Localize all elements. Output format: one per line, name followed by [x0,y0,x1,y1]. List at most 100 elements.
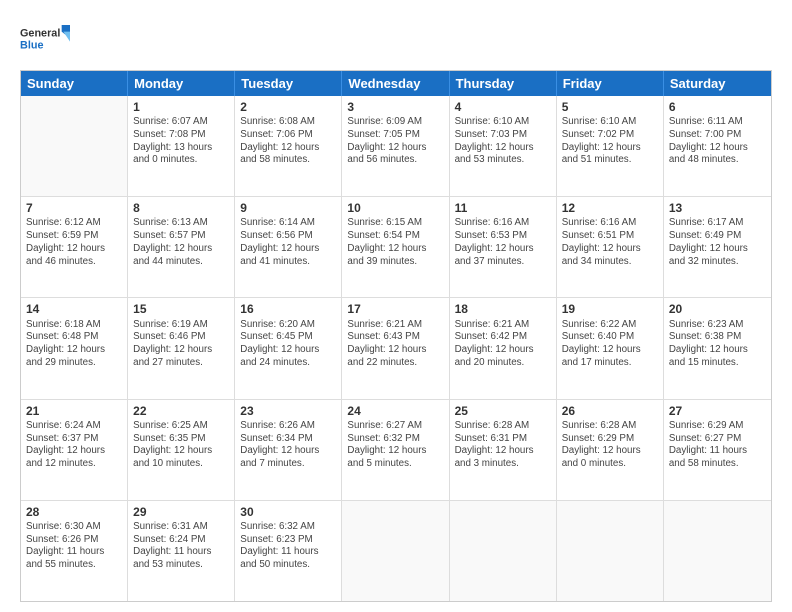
cal-cell: 10 Sunrise: 6:15 AMSunset: 6:54 PMDaylig… [342,197,449,297]
day-info: Sunrise: 6:16 AMSunset: 6:51 PMDaylight:… [562,217,658,268]
day-info: Sunrise: 6:21 AMSunset: 6:42 PMDaylight:… [455,319,551,370]
calendar-body: 1 Sunrise: 6:07 AMSunset: 7:08 PMDayligh… [21,96,771,601]
day-number: 10 [347,200,443,216]
day-number: 20 [669,301,766,317]
day-info: Sunrise: 6:20 AMSunset: 6:45 PMDaylight:… [240,319,336,370]
calendar-header: SundayMondayTuesdayWednesdayThursdayFrid… [21,71,771,96]
day-info: Sunrise: 6:28 AMSunset: 6:31 PMDaylight:… [455,420,551,471]
day-number: 5 [562,99,658,115]
day-number: 27 [669,403,766,419]
cal-cell: 29 Sunrise: 6:31 AMSunset: 6:24 PMDaylig… [128,501,235,601]
week-row-3: 21 Sunrise: 6:24 AMSunset: 6:37 PMDaylig… [21,400,771,501]
cal-cell: 12 Sunrise: 6:16 AMSunset: 6:51 PMDaylig… [557,197,664,297]
day-number: 8 [133,200,229,216]
cal-cell: 6 Sunrise: 6:11 AMSunset: 7:00 PMDayligh… [664,96,771,196]
cal-cell: 8 Sunrise: 6:13 AMSunset: 6:57 PMDayligh… [128,197,235,297]
cal-cell: 3 Sunrise: 6:09 AMSunset: 7:05 PMDayligh… [342,96,449,196]
day-info: Sunrise: 6:17 AMSunset: 6:49 PMDaylight:… [669,217,766,268]
day-number: 4 [455,99,551,115]
day-info: Sunrise: 6:19 AMSunset: 6:46 PMDaylight:… [133,319,229,370]
cal-cell: 22 Sunrise: 6:25 AMSunset: 6:35 PMDaylig… [128,400,235,500]
day-info: Sunrise: 6:12 AMSunset: 6:59 PMDaylight:… [26,217,122,268]
cal-cell: 28 Sunrise: 6:30 AMSunset: 6:26 PMDaylig… [21,501,128,601]
week-row-2: 14 Sunrise: 6:18 AMSunset: 6:48 PMDaylig… [21,298,771,399]
day-info: Sunrise: 6:14 AMSunset: 6:56 PMDaylight:… [240,217,336,268]
page: General Blue SundayMondayTuesdayWednesda… [0,0,792,612]
header-day-friday: Friday [557,71,664,96]
week-row-4: 28 Sunrise: 6:30 AMSunset: 6:26 PMDaylig… [21,501,771,601]
day-number: 25 [455,403,551,419]
cal-cell: 30 Sunrise: 6:32 AMSunset: 6:23 PMDaylig… [235,501,342,601]
cal-cell: 1 Sunrise: 6:07 AMSunset: 7:08 PMDayligh… [128,96,235,196]
day-info: Sunrise: 6:31 AMSunset: 6:24 PMDaylight:… [133,521,229,572]
day-info: Sunrise: 6:10 AMSunset: 7:02 PMDaylight:… [562,116,658,167]
day-number: 30 [240,504,336,520]
day-info: Sunrise: 6:15 AMSunset: 6:54 PMDaylight:… [347,217,443,268]
day-info: Sunrise: 6:28 AMSunset: 6:29 PMDaylight:… [562,420,658,471]
day-number: 28 [26,504,122,520]
cal-cell [664,501,771,601]
day-number: 21 [26,403,122,419]
day-info: Sunrise: 6:25 AMSunset: 6:35 PMDaylight:… [133,420,229,471]
cal-cell: 16 Sunrise: 6:20 AMSunset: 6:45 PMDaylig… [235,298,342,398]
day-number: 13 [669,200,766,216]
cal-cell: 9 Sunrise: 6:14 AMSunset: 6:56 PMDayligh… [235,197,342,297]
day-number: 19 [562,301,658,317]
day-number: 11 [455,200,551,216]
day-info: Sunrise: 6:13 AMSunset: 6:57 PMDaylight:… [133,217,229,268]
cal-cell [557,501,664,601]
week-row-1: 7 Sunrise: 6:12 AMSunset: 6:59 PMDayligh… [21,197,771,298]
header-day-thursday: Thursday [450,71,557,96]
day-number: 2 [240,99,336,115]
cal-cell: 5 Sunrise: 6:10 AMSunset: 7:02 PMDayligh… [557,96,664,196]
day-number: 17 [347,301,443,317]
cal-cell: 13 Sunrise: 6:17 AMSunset: 6:49 PMDaylig… [664,197,771,297]
day-number: 9 [240,200,336,216]
day-info: Sunrise: 6:24 AMSunset: 6:37 PMDaylight:… [26,420,122,471]
day-info: Sunrise: 6:21 AMSunset: 6:43 PMDaylight:… [347,319,443,370]
day-number: 14 [26,301,122,317]
cal-cell [21,96,128,196]
day-info: Sunrise: 6:18 AMSunset: 6:48 PMDaylight:… [26,319,122,370]
day-info: Sunrise: 6:16 AMSunset: 6:53 PMDaylight:… [455,217,551,268]
day-info: Sunrise: 6:29 AMSunset: 6:27 PMDaylight:… [669,420,766,471]
cal-cell: 19 Sunrise: 6:22 AMSunset: 6:40 PMDaylig… [557,298,664,398]
cal-cell: 24 Sunrise: 6:27 AMSunset: 6:32 PMDaylig… [342,400,449,500]
cal-cell: 26 Sunrise: 6:28 AMSunset: 6:29 PMDaylig… [557,400,664,500]
day-info: Sunrise: 6:23 AMSunset: 6:38 PMDaylight:… [669,319,766,370]
cal-cell: 23 Sunrise: 6:26 AMSunset: 6:34 PMDaylig… [235,400,342,500]
calendar: SundayMondayTuesdayWednesdayThursdayFrid… [20,70,772,602]
day-number: 18 [455,301,551,317]
logo-svg: General Blue [20,20,70,60]
logo: General Blue [20,20,70,60]
cal-cell: 17 Sunrise: 6:21 AMSunset: 6:43 PMDaylig… [342,298,449,398]
header-day-saturday: Saturday [664,71,771,96]
day-number: 29 [133,504,229,520]
cal-cell: 21 Sunrise: 6:24 AMSunset: 6:37 PMDaylig… [21,400,128,500]
day-info: Sunrise: 6:11 AMSunset: 7:00 PMDaylight:… [669,116,766,167]
svg-text:Blue: Blue [20,39,43,51]
day-number: 23 [240,403,336,419]
cal-cell: 2 Sunrise: 6:08 AMSunset: 7:06 PMDayligh… [235,96,342,196]
day-number: 1 [133,99,229,115]
week-row-0: 1 Sunrise: 6:07 AMSunset: 7:08 PMDayligh… [21,96,771,197]
day-number: 7 [26,200,122,216]
day-info: Sunrise: 6:30 AMSunset: 6:26 PMDaylight:… [26,521,122,572]
day-info: Sunrise: 6:08 AMSunset: 7:06 PMDaylight:… [240,116,336,167]
day-number: 12 [562,200,658,216]
cal-cell: 18 Sunrise: 6:21 AMSunset: 6:42 PMDaylig… [450,298,557,398]
day-info: Sunrise: 6:09 AMSunset: 7:05 PMDaylight:… [347,116,443,167]
header-day-sunday: Sunday [21,71,128,96]
day-info: Sunrise: 6:27 AMSunset: 6:32 PMDaylight:… [347,420,443,471]
day-info: Sunrise: 6:22 AMSunset: 6:40 PMDaylight:… [562,319,658,370]
cal-cell: 14 Sunrise: 6:18 AMSunset: 6:48 PMDaylig… [21,298,128,398]
header-day-wednesday: Wednesday [342,71,449,96]
cal-cell [450,501,557,601]
cal-cell: 25 Sunrise: 6:28 AMSunset: 6:31 PMDaylig… [450,400,557,500]
header-day-tuesday: Tuesday [235,71,342,96]
day-info: Sunrise: 6:07 AMSunset: 7:08 PMDaylight:… [133,116,229,167]
cal-cell: 4 Sunrise: 6:10 AMSunset: 7:03 PMDayligh… [450,96,557,196]
svg-text:General: General [20,28,60,40]
day-info: Sunrise: 6:10 AMSunset: 7:03 PMDaylight:… [455,116,551,167]
day-number: 3 [347,99,443,115]
